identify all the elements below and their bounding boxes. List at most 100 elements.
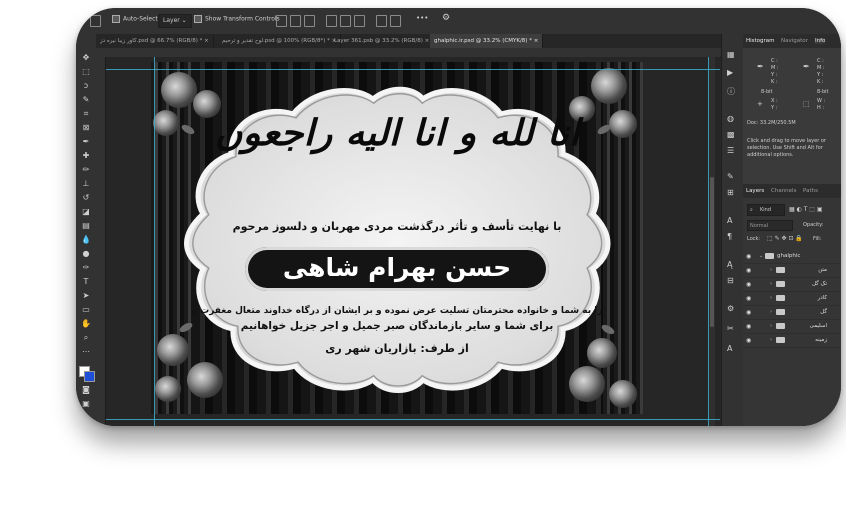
tab-channels[interactable]: Channels <box>771 188 796 194</box>
chevron-right-icon[interactable]: › <box>770 337 772 343</box>
gradient-tool-icon[interactable]: ▤ <box>80 222 92 230</box>
crop-tool-icon[interactable]: ⌗ <box>80 110 92 118</box>
chevron-right-icon[interactable]: › <box>770 295 772 301</box>
blend-mode-dropdown[interactable]: Normal <box>747 220 793 231</box>
tools-panel-icon[interactable]: ✂ <box>727 324 734 333</box>
properties-panel-icon[interactable]: ⊟ <box>727 276 734 285</box>
align-middle-icon[interactable] <box>340 15 351 27</box>
auto-select-dropdown[interactable]: Layer ⌄ <box>158 14 192 28</box>
eyedropper-tool-icon[interactable]: ✒ <box>80 138 92 146</box>
guide-line[interactable] <box>708 57 709 426</box>
info-panel-icon[interactable]: ⓘ <box>727 86 735 97</box>
brush-tool-icon[interactable]: ✏ <box>80 166 92 174</box>
timeline-panel-icon[interactable]: A <box>727 344 732 353</box>
color-panel-icon[interactable]: ◍ <box>727 114 734 123</box>
blur-tool-icon[interactable]: 💧 <box>80 236 92 244</box>
filter-pixel-icon[interactable]: ▦ ◐ T ⬚ ▣ <box>789 206 823 213</box>
healing-brush-tool-icon[interactable]: ✚ <box>80 152 92 160</box>
character-panel-icon[interactable]: A <box>727 216 732 225</box>
info-c2-label: C : <box>817 58 824 64</box>
align-center-icon[interactable] <box>290 15 301 27</box>
eye-icon[interactable]: ◉ <box>746 323 751 330</box>
layer-row[interactable]: ◉ ⌄ ghalphic <box>743 250 841 264</box>
show-transform-checkbox[interactable]: Show Transform Controls <box>194 15 280 23</box>
close-icon[interactable]: × <box>425 38 430 44</box>
layer-row[interactable]: ◉ › اسلیمی <box>743 320 841 334</box>
screen-mode-icon[interactable]: ▣ <box>80 400 92 408</box>
tab-navigator[interactable]: Navigator <box>781 38 808 44</box>
tab-document-3[interactable]: Layer 361.psb @ 33.2% (RGB/8) × <box>330 34 435 48</box>
tab-paths[interactable]: Paths <box>803 188 818 194</box>
close-icon[interactable]: × <box>534 38 539 44</box>
tab-document-4[interactable]: ghalphic.ir.psd @ 33.2% (CMYK/8) * × <box>430 34 544 48</box>
tab-info[interactable]: Info <box>815 38 826 44</box>
design-artwork[interactable]: انا لله و انا الیه راجعون با نهایت تأسف … <box>151 62 643 414</box>
vertical-scrollbar[interactable] <box>709 57 715 426</box>
quick-mask-icon[interactable]: ◙ <box>80 386 92 394</box>
eye-icon[interactable]: ◉ <box>746 281 751 288</box>
auto-select-checkbox[interactable]: Auto-Select: <box>112 15 160 23</box>
tab-document-2[interactable]: لوح تقدیر و ترحیم.psd @ 100% (RGB/8*) * … <box>218 34 342 48</box>
move-tool-icon[interactable] <box>90 15 101 27</box>
glyphs-panel-icon[interactable]: Ą <box>727 260 732 269</box>
distribute-center-icon[interactable] <box>390 15 401 27</box>
brush-settings-icon[interactable]: ✎ <box>727 172 734 181</box>
layer-filter-kind[interactable]: ⌕ Kind <box>747 204 785 216</box>
pen-tool-icon[interactable]: ✑ <box>80 264 92 272</box>
gear-icon[interactable]: ⚙ <box>442 13 450 23</box>
tab-histogram[interactable]: Histogram <box>746 38 775 44</box>
rectangle-tool-icon[interactable]: ▭ <box>80 306 92 314</box>
tab-document-1[interactable]: کاور زیبا نیره دز.psd @ 66.7% (RGB/8) * … <box>96 34 214 48</box>
chevron-right-icon[interactable]: › <box>770 281 772 287</box>
play-action-icon[interactable]: ▶ <box>727 68 733 77</box>
eye-icon[interactable]: ◉ <box>746 337 751 344</box>
eye-icon[interactable]: ◉ <box>746 295 751 302</box>
eraser-tool-icon[interactable]: ◪ <box>80 208 92 216</box>
eye-icon[interactable]: ◉ <box>746 253 751 260</box>
layer-row[interactable]: ◉ › کادر <box>743 292 841 306</box>
close-icon[interactable]: × <box>204 38 209 44</box>
guide-line[interactable] <box>154 57 155 426</box>
zoom-tool-icon[interactable]: ⌕ <box>80 334 92 342</box>
paragraph-panel-icon[interactable]: ¶ <box>727 232 732 241</box>
move-tool-icon[interactable]: ✥ <box>80 54 92 62</box>
align-right-icon[interactable] <box>304 15 315 27</box>
type-tool-icon[interactable]: T <box>80 278 92 286</box>
background-color-swatch[interactable] <box>84 371 95 382</box>
dodge-tool-icon[interactable]: ● <box>80 250 92 258</box>
lasso-tool-icon[interactable]: ↄ <box>80 82 92 90</box>
chevron-right-icon[interactable]: › <box>770 323 772 329</box>
adjustments-panel-icon[interactable]: ⚙ <box>727 304 734 313</box>
distribute-icon[interactable] <box>376 15 387 27</box>
guide-line[interactable] <box>106 69 720 70</box>
chevron-down-icon[interactable]: ⌄ <box>759 253 763 259</box>
eye-icon[interactable]: ◉ <box>746 267 751 274</box>
libraries-panel-icon[interactable]: ☰ <box>727 146 734 155</box>
layer-row[interactable]: ◉ › زمینه <box>743 334 841 348</box>
eye-icon[interactable]: ◉ <box>746 309 751 316</box>
lock-icons[interactable]: ⬚ ✎ ✥ ⊡ 🔒 <box>767 235 803 242</box>
history-panel-icon[interactable]: ▦ <box>727 50 735 59</box>
frame-tool-icon[interactable]: ⊠ <box>80 124 92 132</box>
layer-row[interactable]: ◉ › متن <box>743 264 841 278</box>
clone-stamp-tool-icon[interactable]: ⊥ <box>80 180 92 188</box>
swatches-panel-icon[interactable]: ▩ <box>727 130 735 139</box>
tab-layers[interactable]: Layers <box>746 188 764 194</box>
chevron-right-icon[interactable]: › <box>770 267 772 273</box>
quick-select-tool-icon[interactable]: ✎ <box>80 96 92 104</box>
guide-line[interactable] <box>106 419 720 420</box>
more-tools-icon[interactable]: ⋯ <box>80 348 92 356</box>
scrollbar-thumb[interactable] <box>710 177 714 327</box>
path-selection-tool-icon[interactable]: ➤ <box>80 292 92 300</box>
chevron-right-icon[interactable]: › <box>770 309 772 315</box>
layer-row[interactable]: ◉ › تک گل <box>743 278 841 292</box>
align-top-icon[interactable] <box>326 15 337 27</box>
layer-row[interactable]: ◉ › گل <box>743 306 841 320</box>
history-brush-tool-icon[interactable]: ↺ <box>80 194 92 202</box>
hand-tool-icon[interactable]: ✋ <box>80 320 92 328</box>
marquee-tool-icon[interactable]: ⬚ <box>80 68 92 76</box>
more-options-button[interactable]: ••• <box>416 14 428 22</box>
clone-source-icon[interactable]: ⊞ <box>727 188 734 197</box>
align-left-icon[interactable] <box>276 15 287 27</box>
align-bottom-icon[interactable] <box>354 15 365 27</box>
